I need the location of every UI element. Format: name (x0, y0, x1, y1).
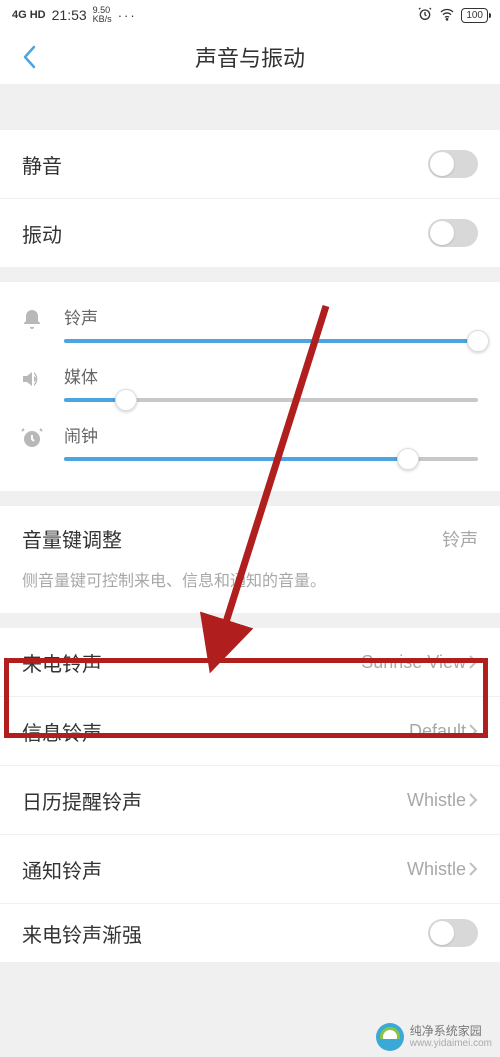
chevron-right-icon (468, 861, 478, 877)
chevron-right-icon (468, 654, 478, 670)
watermark-brand: 纯净系统家园 (410, 1025, 492, 1038)
status-more-icon: ··· (118, 8, 137, 23)
status-right: 100 (417, 6, 488, 25)
status-left: 4G HD 21:53 9.50 KB/s ··· (12, 6, 137, 24)
back-button[interactable] (15, 42, 45, 72)
mute-label: 静音 (22, 150, 62, 179)
watermark-url: www.yidaimei.com (410, 1038, 492, 1049)
volkey-value: 铃声 (442, 526, 478, 552)
slider-row-alarm: 闹钟 (0, 412, 500, 471)
volume-sliders: 铃声 媒体 闹钟 (0, 282, 500, 491)
row-notify-ringtone[interactable]: 通知铃声 Whistle (0, 835, 500, 903)
bell-icon (18, 304, 46, 332)
row-call-ringtone[interactable]: 来电铃声 Sunrise View (0, 628, 500, 696)
ringtone-slider[interactable] (64, 339, 478, 343)
speaker-icon (18, 363, 46, 391)
row-mute[interactable]: 静音 (0, 130, 500, 198)
sms-ringtone-label: 信息铃声 (22, 717, 102, 746)
row-calendar-ringtone[interactable]: 日历提醒铃声 Whistle (0, 766, 500, 834)
gap (0, 267, 500, 282)
watermark-logo-icon (376, 1023, 404, 1051)
call-ringtone-label: 来电铃声 (22, 648, 102, 677)
slider-row-ringtone: 铃声 (0, 294, 500, 353)
wifi-icon (439, 6, 455, 25)
chevron-right-icon (468, 792, 478, 808)
ring-fade-toggle[interactable] (428, 919, 478, 947)
row-sms-ringtone[interactable]: 信息铃声 Default (0, 697, 500, 765)
ringtone-slider-label: 铃声 (64, 304, 478, 329)
slider-row-media: 媒体 (0, 353, 500, 412)
media-slider-label: 媒体 (64, 363, 478, 388)
calendar-ringtone-value: Whistle (407, 790, 466, 811)
ring-fade-label: 来电铃声渐强 (22, 919, 142, 948)
alarm-icon (417, 6, 433, 25)
signal-icon: 4G HD (12, 9, 46, 21)
vibrate-toggle[interactable] (428, 219, 478, 247)
volkey-desc: 侧音量键可控制来电、信息和通知的音量。 (22, 567, 478, 591)
battery-icon: 100 (461, 8, 488, 23)
row-vibrate[interactable]: 振动 (0, 199, 500, 267)
media-slider[interactable] (64, 398, 478, 402)
gap (0, 491, 500, 506)
notify-ringtone-label: 通知铃声 (22, 855, 102, 884)
mute-toggle[interactable] (428, 150, 478, 178)
call-ringtone-value: Sunrise View (361, 652, 466, 673)
alarm-slider[interactable] (64, 457, 478, 461)
page-title: 声音与振动 (195, 41, 305, 73)
calendar-ringtone-label: 日历提醒铃声 (22, 786, 142, 815)
chevron-left-icon (21, 43, 39, 71)
status-time: 21:53 (52, 7, 87, 23)
gap (0, 85, 500, 130)
row-ring-fade[interactable]: 来电铃声渐强 (0, 904, 500, 962)
notify-ringtone-value: Whistle (407, 859, 466, 880)
chevron-right-icon (468, 723, 478, 739)
status-netspeed: 9.50 KB/s (93, 6, 112, 24)
alarm-slider-label: 闹钟 (64, 422, 478, 447)
gap (0, 613, 500, 628)
status-bar: 4G HD 21:53 9.50 KB/s ··· 100 (0, 0, 500, 30)
header: 声音与振动 (0, 30, 500, 85)
vibrate-label: 振动 (22, 219, 62, 248)
sms-ringtone-value: Default (409, 721, 466, 742)
row-volume-key[interactable]: 音量键调整 铃声 侧音量键可控制来电、信息和通知的音量。 (0, 506, 500, 613)
watermark: 纯净系统家园 www.yidaimei.com (376, 1023, 492, 1051)
volkey-label: 音量键调整 (22, 524, 122, 553)
alarm-clock-icon (18, 422, 46, 450)
